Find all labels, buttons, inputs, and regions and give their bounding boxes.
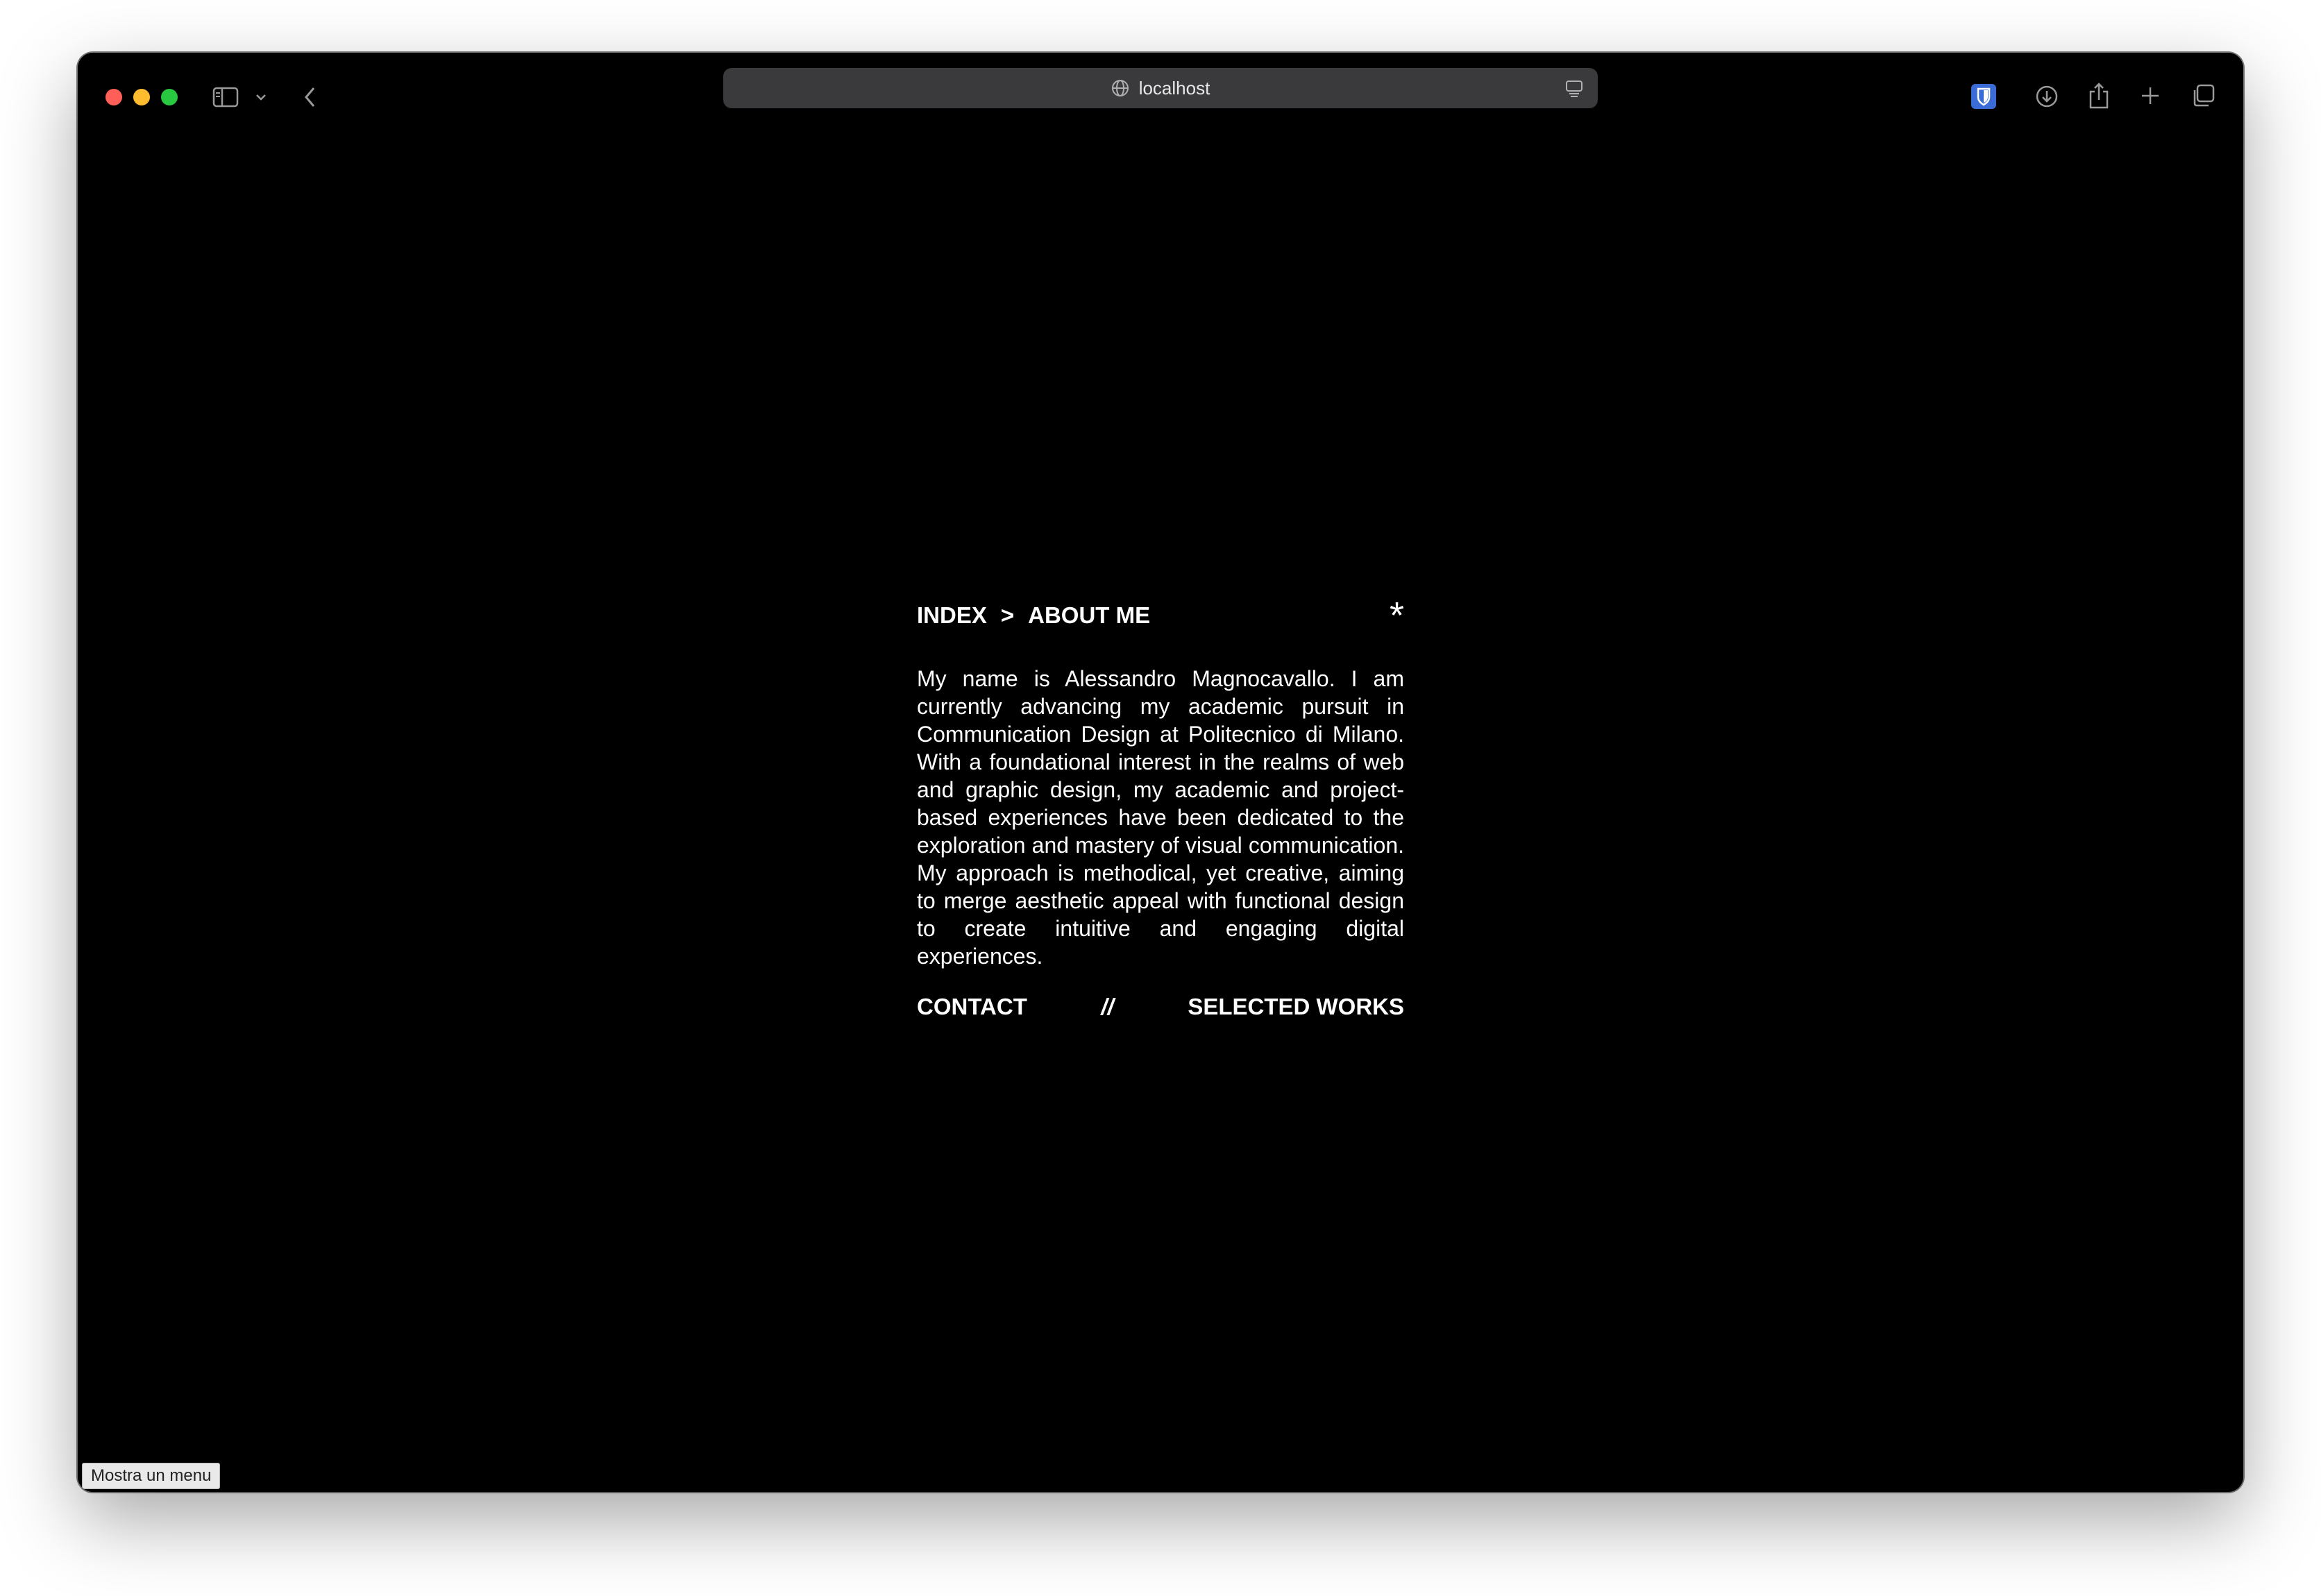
breadcrumb-index-link[interactable]: INDEX	[917, 602, 987, 629]
about-panel: INDEX > ABOUT ME * My name is Alessandro…	[917, 597, 1404, 1020]
back-arrow-icon[interactable]	[300, 83, 321, 111]
tabs-overview-icon[interactable]	[2189, 82, 2217, 110]
links-divider: //	[1101, 994, 1114, 1019]
sidebar-icon[interactable]	[211, 83, 240, 111]
breadcrumb: INDEX > ABOUT ME *	[917, 597, 1404, 634]
breadcrumb-separator: >	[1000, 602, 1015, 628]
page-content: INDEX > ABOUT ME * My name is Alessandro…	[78, 122, 2243, 1492]
bio-paragraph: My name is Alessandro Magnocavallo. I am…	[917, 666, 1404, 969]
address-bar[interactable]: localhost	[723, 68, 1598, 108]
breadcrumb-current: ABOUT ME	[1028, 602, 1151, 628]
close-window-button[interactable]	[106, 89, 122, 105]
chevron-down-icon[interactable]	[254, 90, 268, 104]
plus-icon[interactable]	[2138, 83, 2163, 108]
download-icon[interactable]	[2034, 83, 2060, 110]
zoom-window-button[interactable]	[161, 89, 178, 105]
browser-toolbar: localhost	[78, 53, 2243, 122]
browser-window: localhost INDEX > ABOUT ME * My name is …	[78, 53, 2243, 1492]
minimize-window-button[interactable]	[133, 89, 150, 105]
footer-links: CONTACT // SELECTED WORKS	[917, 994, 1404, 1020]
globe-icon	[1111, 79, 1129, 97]
asterisk-menu-button[interactable]: *	[1390, 597, 1404, 634]
selected-works-link[interactable]: SELECTED WORKS	[1188, 994, 1404, 1020]
url-text: localhost	[1138, 77, 1210, 99]
share-icon[interactable]	[2086, 80, 2111, 111]
status-tooltip: Mostra un menu	[82, 1463, 221, 1489]
bitwarden-shield-icon[interactable]	[1970, 83, 1998, 110]
reader-icon[interactable]	[1564, 79, 1584, 99]
contact-link[interactable]: CONTACT	[917, 994, 1027, 1020]
